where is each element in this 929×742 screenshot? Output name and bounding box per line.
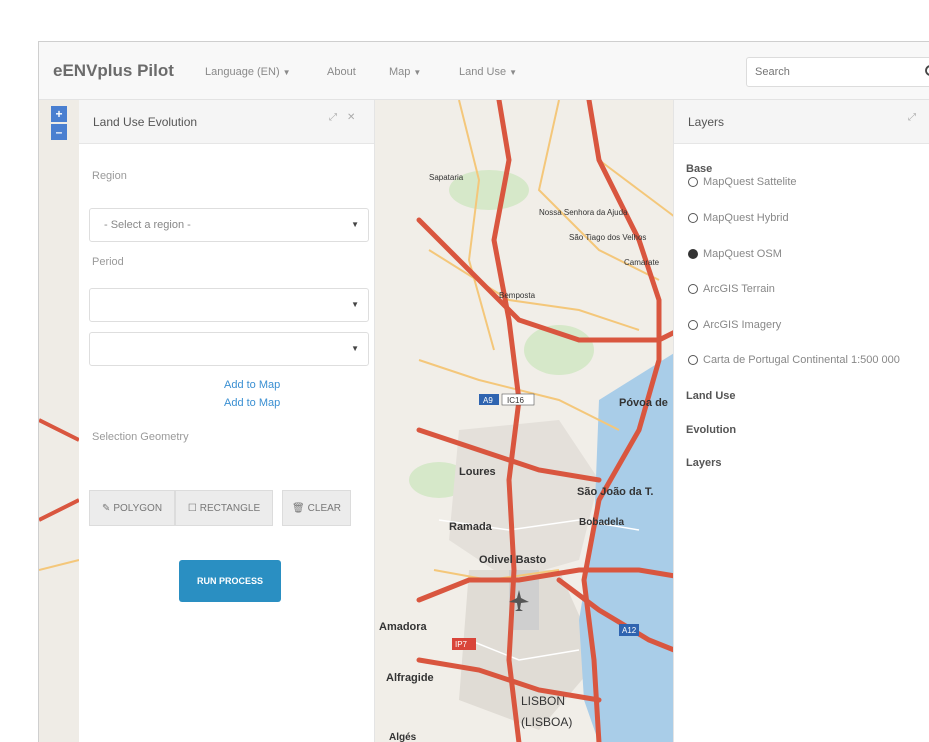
search-icon[interactable] — [924, 64, 929, 80]
map-label: Algés — [389, 732, 417, 742]
expand-icon[interactable]: ⤢ — [329, 112, 337, 123]
nav-language-label: Language (EN) — [205, 66, 280, 78]
nav-language-dropdown[interactable]: Language (EN) ▼ — [205, 66, 291, 78]
caret-down-icon: ▼ — [509, 68, 518, 77]
close-icon[interactable]: ✕ — [347, 112, 355, 123]
period-label: Period — [92, 256, 124, 268]
base-option-mapquest-satellite[interactable]: MapQuest Sattelite — [688, 176, 797, 188]
layers-panel-title: Layers — [688, 115, 725, 129]
option-label: ArcGIS Imagery — [703, 319, 782, 331]
chevron-down-icon: ▼ — [351, 300, 359, 309]
region-select-value: - Select a region - — [104, 219, 191, 231]
map-label: Sapataria — [429, 173, 464, 182]
map-label: São Tiago dos Velhos — [569, 233, 646, 242]
app-frame: eENVplus Pilot Language (EN) ▼ About Map ▼… — [38, 41, 929, 742]
map-label: LISBON — [521, 694, 565, 708]
add-to-map-link-1[interactable]: Add to Map — [224, 379, 280, 391]
layers-panel-header: Layers ⤢ — [674, 100, 929, 144]
base-option-carta-portugal[interactable]: Carta de Portugal Continental 1:500 000 — [688, 354, 900, 366]
polygon-button[interactable]: ✎ POLYGON — [89, 490, 175, 526]
layers-section-label[interactable]: Layers — [686, 457, 721, 469]
geometry-button-group: ✎ POLYGON ☐ RECTANGLE 🗑 CLEAR — [89, 490, 351, 526]
polygon-label: POLYGON — [113, 502, 163, 514]
caret-down-icon: ▼ — [413, 68, 422, 77]
map-label: Ramada — [449, 521, 493, 533]
square-icon: ☐ — [187, 502, 197, 514]
map-label: Bemposta — [499, 291, 536, 300]
brand-logo[interactable]: eENVplus Pilot — [53, 61, 174, 81]
caret-down-icon: ▼ — [282, 68, 291, 77]
nav-landuse-dropdown[interactable]: Land Use ▼ — [459, 66, 517, 78]
base-section-label: Base — [686, 163, 713, 175]
expand-icon[interactable]: ⤢ — [908, 112, 916, 123]
nav-landuse-label: Land Use — [459, 66, 507, 78]
map-label: Póvoa de — [619, 397, 668, 409]
edit-icon: ✎ — [101, 502, 111, 514]
base-option-mapquest-osm[interactable]: MapQuest OSM — [688, 248, 782, 260]
radio-unchecked-icon — [688, 320, 698, 330]
base-option-mapquest-hybrid[interactable]: MapQuest Hybrid — [688, 212, 789, 224]
nav-map-dropdown[interactable]: Map ▼ — [389, 66, 421, 78]
radio-unchecked-icon — [688, 177, 698, 187]
option-label: MapQuest OSM — [703, 248, 782, 260]
zoom-in-button[interactable]: + — [51, 106, 67, 122]
land-use-section-label[interactable]: Land Use — [686, 390, 736, 402]
run-process-button[interactable]: RUN PROCESS — [179, 560, 281, 602]
clear-label: CLEAR — [307, 502, 342, 514]
trash-icon: 🗑 — [291, 502, 305, 514]
period-end-select[interactable]: ▼ — [89, 332, 369, 366]
nav-about-link[interactable]: About — [327, 66, 356, 78]
radio-unchecked-icon — [688, 355, 698, 365]
map-label: (LISBOA) — [521, 715, 572, 729]
option-label: MapQuest Hybrid — [703, 212, 789, 224]
navbar: eENVplus Pilot Language (EN) ▼ About Map ▼… — [39, 42, 929, 100]
map-label: Nossa Senhora da Ajuda — [539, 208, 628, 217]
map-label: IP7 — [455, 640, 468, 649]
panel-header: Land Use Evolution ⤢ ✕ — [79, 100, 374, 144]
map-label: Camarate — [624, 258, 660, 267]
radio-unchecked-icon — [688, 213, 698, 223]
map-label: A9 — [483, 396, 493, 405]
clear-button[interactable]: 🗑 CLEAR — [282, 490, 351, 526]
zoom-out-button[interactable]: – — [51, 124, 67, 140]
map-label: Alfragide — [386, 672, 434, 684]
region-select[interactable]: - Select a region - ▼ — [89, 208, 369, 242]
base-option-arcgis-terrain[interactable]: ArcGIS Terrain — [688, 283, 775, 295]
option-label: MapQuest Sattelite — [703, 176, 797, 188]
region-label: Region — [92, 170, 127, 182]
map-label: Loures — [459, 466, 496, 478]
option-label: Carta de Portugal Continental 1:500 000 — [703, 354, 900, 366]
add-to-map-link-2[interactable]: Add to Map — [224, 397, 280, 409]
period-start-select[interactable]: ▼ — [89, 288, 369, 322]
layers-panel: Layers ⤢ Base MapQuest Sattelite MapQues… — [673, 100, 929, 742]
option-label: ArcGIS Terrain — [703, 283, 775, 295]
rectangle-label: RECTANGLE — [199, 502, 261, 514]
radio-unchecked-icon — [688, 284, 698, 294]
map-label: São João da T. — [577, 486, 653, 498]
map-label: A12 — [622, 626, 637, 635]
radio-checked-icon — [688, 249, 698, 259]
map-label: Bobadela — [579, 517, 624, 528]
chevron-down-icon: ▼ — [351, 344, 359, 353]
search-box — [746, 57, 929, 87]
panel-title: Land Use Evolution — [93, 115, 198, 129]
land-use-evolution-panel: Land Use Evolution ⤢ ✕ Region - Select a… — [79, 100, 375, 742]
selection-geometry-label: Selection Geometry — [92, 431, 189, 443]
rectangle-button[interactable]: ☐ RECTANGLE — [175, 490, 273, 526]
chevron-down-icon: ▼ — [351, 220, 359, 229]
map-label: Odivel Basto — [479, 554, 547, 566]
search-input[interactable] — [755, 64, 885, 80]
map-label: Amadora — [379, 621, 428, 633]
evolution-section-label[interactable]: Evolution — [686, 424, 736, 436]
base-option-arcgis-imagery[interactable]: ArcGIS Imagery — [688, 319, 781, 331]
nav-map-label: Map — [389, 66, 411, 78]
map-label: IC16 — [507, 396, 524, 405]
